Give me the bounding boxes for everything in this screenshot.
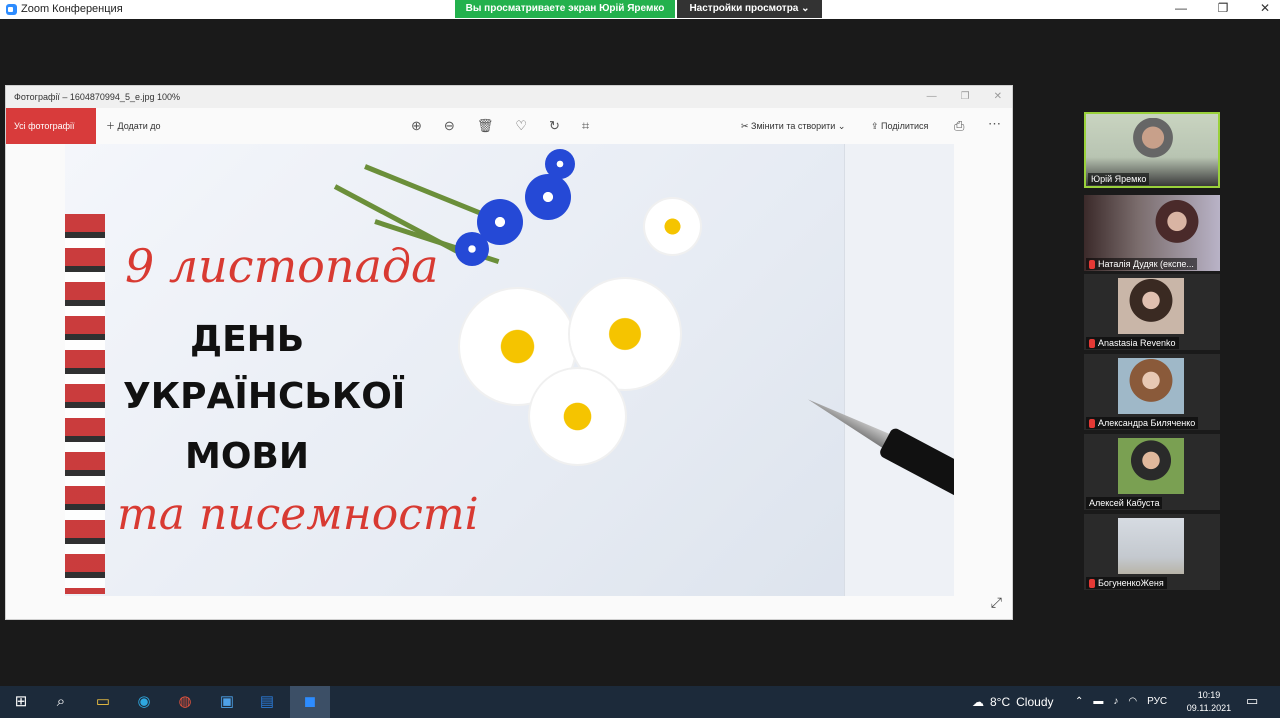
photos-title-text: Фотографії – 1604870994_5_e.jpg 100% — [14, 92, 180, 102]
fullscreen-icon[interactable]: ⤢ — [991, 594, 1002, 611]
all-photos-label: Усі фотографії — [14, 121, 75, 131]
participant-name: Юрій Яремко — [1088, 173, 1150, 185]
windows-start-icon[interactable]: ⊞ — [10, 692, 32, 712]
blue-flower — [545, 149, 575, 179]
poster-line-ukrainian: УКРАЇНСЬКОЇ — [123, 376, 406, 417]
wifi-icon[interactable]: ◠ — [1128, 686, 1137, 718]
add-to-label: Додати до — [117, 121, 161, 131]
zoom-out-icon[interactable]: ⊖ — [444, 118, 455, 134]
zoom-title-text: Zoom Конференция — [21, 3, 123, 15]
embroidery-ornament — [65, 214, 105, 594]
share-button[interactable]: ⇪ Поділитися — [871, 108, 928, 144]
viewing-screen-banner: Вы просматриваете экран Юрій Яремко — [455, 0, 675, 18]
mic-muted-icon — [1089, 418, 1095, 428]
windows-taskbar: ⊞ ⌕ ▭ ◉ ◍ ▣ ▤ ◼ ☁ 8°C Cloudy ⌃ ▬ ♪ ◠ РУС… — [0, 686, 1280, 718]
poster-date: 9 листопада — [125, 239, 439, 293]
rotate-icon[interactable]: ↻ — [549, 118, 560, 134]
zoom-app-title: Zoom Конференция — [6, 3, 123, 15]
minimize-button[interactable]: — — [1174, 1, 1188, 15]
plus-icon: ＋ — [106, 121, 118, 131]
photos-minimize-button[interactable]: — — [927, 86, 937, 108]
zoom-icon: ◼ — [303, 693, 317, 710]
zoom-logo-icon — [6, 3, 17, 15]
mic-muted-icon — [1089, 578, 1095, 588]
photos-app-window: Фотографії – 1604870994_5_e.jpg 100% — ❐… — [5, 85, 1013, 620]
poster-line-writing: та писемності — [117, 489, 479, 540]
avatar — [1120, 118, 1186, 174]
window-controls: — ❐ ✕ — [1174, 1, 1272, 15]
participant-name: Александра Биляченко — [1086, 417, 1199, 429]
file-explorer-icon[interactable]: ▭ — [92, 692, 114, 712]
mic-muted-icon — [1089, 338, 1095, 348]
chevron-up-icon[interactable]: ⌃ — [1075, 686, 1083, 718]
participant-tile-natalia[interactable]: Наталія Дудяк (експе... — [1084, 195, 1220, 271]
close-button[interactable]: ✕ — [1258, 1, 1272, 15]
edit-create-button[interactable]: ✂ Змінити та створити ⌄ — [741, 108, 845, 144]
add-to-button[interactable]: ＋ Додати до — [106, 108, 161, 144]
avatar — [1118, 278, 1184, 334]
avatar — [1118, 438, 1184, 494]
displayed-photo: 9 листопада ДЕНЬ УКРАЇНСЬКОЇ МОВИ та пис… — [65, 144, 954, 596]
share-label: Поділитися — [881, 121, 929, 131]
avatar — [1118, 358, 1184, 414]
photos-close-button[interactable]: ✕ — [994, 86, 1002, 108]
toolbar-icons: ⊕ ⊖ 🗑 ♡ ↻ ⌗ — [411, 118, 589, 134]
zoom-in-icon[interactable]: ⊕ — [411, 118, 422, 134]
book-page — [844, 144, 954, 596]
blue-flower — [525, 174, 571, 220]
avatar — [1118, 518, 1184, 574]
photos-app-icon[interactable]: ▣ — [216, 692, 238, 712]
participant-name: Anastasia Revenko — [1086, 337, 1179, 349]
clock-date: 09.11.2021 — [1186, 703, 1232, 713]
edit-create-label: Змінити та створити — [751, 121, 836, 131]
crop-icon[interactable]: ⌗ — [582, 118, 589, 134]
search-icon[interactable]: ⌕ — [50, 692, 72, 712]
zoom-titlebar: Zoom Конференция Вы просматриваете экран… — [0, 0, 1280, 19]
network-icon[interactable]: ▬ — [1093, 686, 1103, 718]
poster-line-language: МОВИ — [185, 436, 309, 477]
participant-name: Алексей Кабуста — [1086, 497, 1163, 509]
edge-icon[interactable]: ◉ — [133, 692, 155, 712]
share-icon: ⇪ — [871, 121, 882, 131]
language-indicator[interactable]: РУС — [1147, 686, 1167, 718]
view-options-button[interactable]: Настройки просмотра ⌄ — [677, 0, 822, 18]
photos-titlebar: Фотографії – 1604870994_5_e.jpg 100% — ❐… — [6, 86, 1012, 108]
word-icon[interactable]: ▤ — [256, 692, 278, 712]
favorite-icon[interactable]: ♡ — [515, 118, 527, 134]
photos-toolbar: Усі фотографії ＋ Додати до ⊕ ⊖ 🗑 ♡ ↻ ⌗ ✂… — [6, 108, 1012, 144]
volume-icon[interactable]: ♪ — [1113, 686, 1118, 718]
cloud-icon: ☁ — [972, 695, 984, 709]
weather-text: Cloudy — [1016, 695, 1054, 709]
daisy-flower — [645, 199, 700, 254]
weather-temp: 8°C — [990, 695, 1011, 709]
participant-name: Наталія Дудяк (експе... — [1086, 258, 1197, 270]
mic-muted-icon — [1089, 259, 1095, 269]
photos-maximize-button[interactable]: ❐ — [961, 86, 970, 108]
system-tray: ⌃ ▬ ♪ ◠ РУС — [1075, 686, 1167, 718]
chevron-down-icon: ⌄ — [835, 121, 846, 131]
weather-widget[interactable]: ☁ 8°C Cloudy — [972, 686, 1054, 718]
notifications-icon[interactable]: ▭ — [1246, 693, 1258, 709]
chrome-icon[interactable]: ◍ — [174, 692, 196, 712]
blue-flower — [455, 232, 489, 266]
participant-tile-bogunenko[interactable]: БогуненкоЖеня — [1084, 514, 1220, 590]
participant-tile-aleksandra[interactable]: Александра Биляченко — [1084, 354, 1220, 430]
participant-tile-anastasia[interactable]: Anastasia Revenko — [1084, 274, 1220, 350]
clock-time: 10:19 — [1197, 690, 1221, 700]
participant-name: БогуненкоЖеня — [1086, 577, 1167, 589]
edit-icon: ✂ — [741, 121, 752, 131]
print-icon[interactable]: ⎙ — [954, 118, 964, 134]
participant-tile-aleksei[interactable]: Алексей Кабуста — [1084, 434, 1220, 510]
zoom-taskbar-button[interactable]: ◼ — [290, 686, 330, 718]
more-icon[interactable]: ⋯ — [988, 116, 1001, 132]
maximize-button[interactable]: ❐ — [1216, 1, 1230, 15]
all-photos-button[interactable]: Усі фотографії — [6, 108, 96, 144]
delete-icon[interactable]: 🗑 — [477, 118, 494, 134]
poster-line-day: ДЕНЬ — [190, 319, 305, 360]
avatar — [1144, 199, 1210, 255]
daisy-flower — [530, 369, 625, 464]
clock[interactable]: 10:19 09.11.2021 — [1185, 689, 1233, 715]
participant-tile-yurii[interactable]: Юрій Яремко — [1084, 112, 1220, 188]
